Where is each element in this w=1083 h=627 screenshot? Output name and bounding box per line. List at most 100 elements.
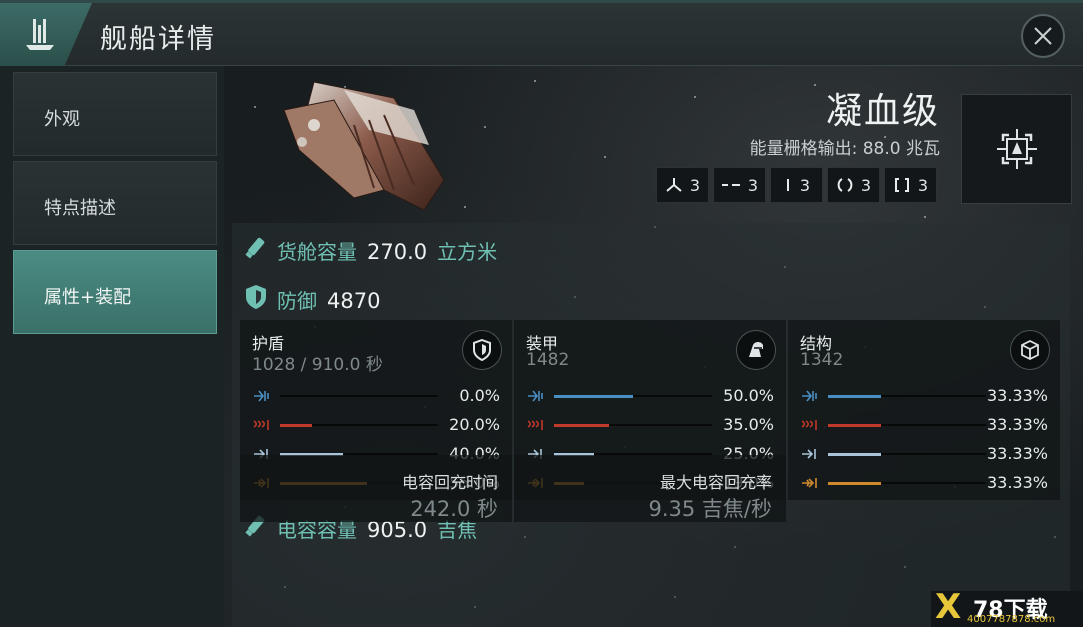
turret-slot-icon <box>666 178 682 192</box>
structure-badge-icon <box>1010 330 1050 370</box>
resist-bar-fill <box>828 453 881 456</box>
resist-percent: 33.33% <box>986 444 1048 463</box>
slot-launcher: 3 <box>713 167 766 203</box>
sidebar-item-label: 特点描述 <box>44 198 116 219</box>
main-content: 凝血级 能量栅格输出: 88.0 兆瓦 3 3 3 3 3 货舱容量 270.0… <box>224 66 1083 627</box>
resist-bar-track <box>554 395 712 398</box>
close-button[interactable] <box>1021 14 1065 58</box>
power-grid-label: 能量栅格输出: <box>749 139 858 159</box>
resist-row-thermal: 33.33% <box>800 415 1048 435</box>
resist-percent: 35.0% <box>723 415 774 434</box>
resist-bar-track <box>828 453 986 456</box>
capacitor-max-recharge-rate: 最大电容回充率 9.35 吉焦/秒 <box>514 455 786 522</box>
slot-count: 3 <box>860 175 872 195</box>
resist-bar-fill <box>554 424 610 427</box>
resist-percent: 50.0% <box>723 386 774 405</box>
slot-count: 3 <box>917 175 929 195</box>
slot-count: 3 <box>747 175 759 195</box>
resist-row-em: 0.0% <box>252 386 500 406</box>
attributes-panel: 货舱容量 270.0 立方米 防御 4870 护盾 1028 / 910.0 秒… <box>232 223 1070 627</box>
resist-percent: 33.33% <box>986 473 1048 492</box>
fitting-icon <box>996 129 1037 169</box>
resist-bar-fill <box>828 395 881 398</box>
defense-row: 防御 4870 <box>277 285 380 314</box>
sidebar: 外观 特点描述 属性+装配 <box>0 66 224 627</box>
high-slot-icon <box>786 179 789 191</box>
sidebar-item-appearance[interactable]: 外观 <box>13 72 217 156</box>
column-hp: 1342 <box>800 350 844 370</box>
close-icon <box>1034 27 1052 45</box>
resist-bar-track <box>828 395 986 398</box>
power-grid-value: 88.0 <box>862 139 901 159</box>
column-hp: 1482 <box>526 350 570 370</box>
kinetic-damage-icon <box>802 449 816 459</box>
low-slot-icon <box>894 178 909 192</box>
resist-bar-track <box>828 424 986 427</box>
slot-mid: 3 <box>827 167 880 203</box>
armor-badge-icon <box>736 330 776 370</box>
slot-low: 3 <box>884 167 937 203</box>
stat-value: 242.0 秒 <box>410 497 498 521</box>
em-damage-icon <box>802 390 817 402</box>
resist-bar-track <box>828 482 986 485</box>
ship-name: 凝血级 <box>825 91 940 132</box>
resist-bar-fill <box>828 482 881 485</box>
ship-image <box>283 81 445 211</box>
power-grid-unit: 兆瓦 <box>906 139 940 159</box>
slot-count: 3 <box>799 175 811 195</box>
sidebar-item-attributes-fitting[interactable]: 属性+装配 <box>13 250 217 334</box>
resist-percent: 33.33% <box>986 415 1048 434</box>
stat-title: 最大电容回充率 <box>659 473 772 492</box>
resist-bar-track <box>554 424 712 427</box>
shield-badge-icon <box>462 330 502 370</box>
resist-bar-fill <box>554 395 633 398</box>
resist-row-thermal: 35.0% <box>526 415 774 435</box>
em-damage-icon <box>528 390 543 402</box>
slot-count: 3 <box>689 175 701 195</box>
resist-bar-fill <box>280 424 312 427</box>
power-grid-output: 能量栅格输出: 88.0 兆瓦 <box>750 134 940 159</box>
thermal-damage-icon <box>253 420 269 430</box>
sidebar-item-traits[interactable]: 特点描述 <box>13 161 217 245</box>
cargo-value: 270.0 <box>367 240 428 264</box>
sidebar-item-label: 外观 <box>44 109 80 130</box>
structure-column: 结构 1342 33.33% 33.33% 33.33% 33.33% <box>788 320 1060 500</box>
resist-bar-fill <box>828 424 881 427</box>
resist-row-em: 33.33% <box>800 386 1048 406</box>
launcher-slot-icon <box>721 184 740 186</box>
ship-logo-icon <box>0 3 92 66</box>
window-header: 舰船详情 <box>0 0 1083 66</box>
resist-percent: 33.33% <box>986 386 1048 405</box>
resist-row-explosive: 33.33% <box>800 473 1048 493</box>
defense-label: 防御 <box>277 289 317 313</box>
defense-shield-icon <box>246 285 266 309</box>
slot-turret: 3 <box>656 167 709 203</box>
resist-bar-track <box>280 424 438 427</box>
thermal-damage-icon <box>527 420 543 430</box>
resist-row-thermal: 20.0% <box>252 415 500 435</box>
resist-percent: 0.0% <box>459 386 500 405</box>
resist-percent: 20.0% <box>449 415 500 434</box>
slot-high: 3 <box>770 167 823 203</box>
mid-slot-icon <box>837 178 853 192</box>
cargo-icon <box>245 237 265 259</box>
slot-summary: 3 3 3 3 3 <box>656 167 937 203</box>
cargo-unit: 立方米 <box>437 240 498 264</box>
thermal-damage-icon <box>801 420 817 430</box>
cargo-row: 货舱容量 270.0 立方米 <box>277 236 497 265</box>
fitting-button[interactable] <box>961 94 1072 204</box>
resist-bar-track <box>280 395 438 397</box>
resist-row-em: 50.0% <box>526 386 774 406</box>
stat-title: 电容回充时间 <box>401 473 498 492</box>
defense-value: 4870 <box>327 289 381 313</box>
stat-value: 9.35 吉焦/秒 <box>648 497 772 521</box>
page-title: 舰船详情 <box>100 24 216 55</box>
em-damage-icon <box>254 390 269 402</box>
explosive-damage-icon <box>802 478 817 488</box>
resist-row-kinetic: 33.33% <box>800 444 1048 464</box>
capacitor-recharge-time: 电容回充时间 242.0 秒 <box>240 455 512 522</box>
sidebar-item-label: 属性+装配 <box>44 287 132 308</box>
cargo-label: 货舱容量 <box>277 240 357 264</box>
watermark-logo: X 78下载 4007787878.com <box>931 587 1083 627</box>
column-hp: 1028 / 910.0 秒 <box>252 355 383 375</box>
